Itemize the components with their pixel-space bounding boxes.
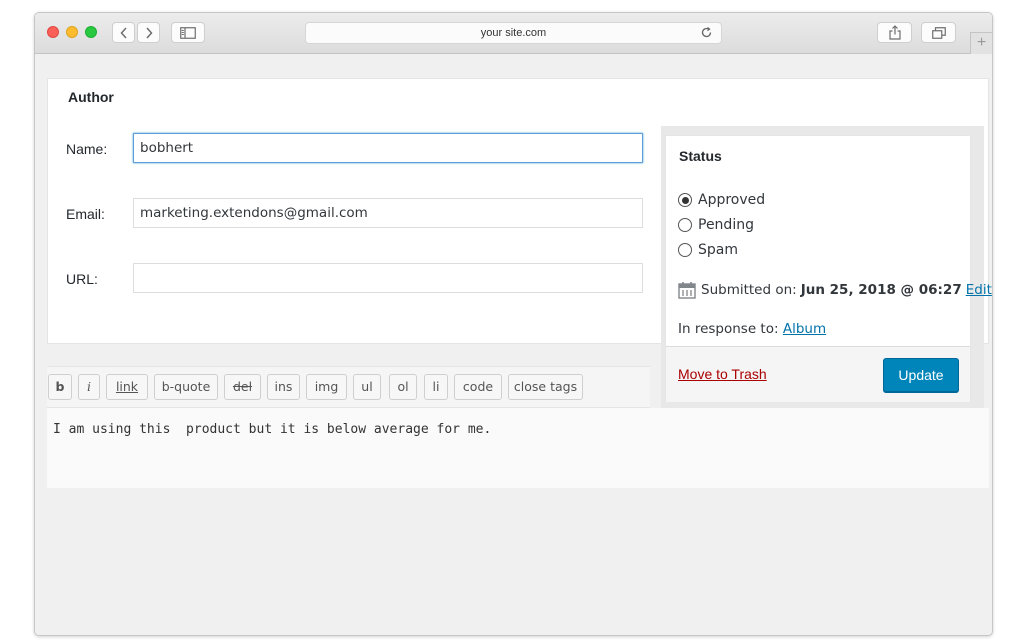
qt-link-button[interactable]: link (106, 374, 148, 400)
qt-bquote-button[interactable]: b-quote (154, 374, 218, 400)
qt-ins-button[interactable]: ins (267, 374, 300, 400)
edit-date-link[interactable]: Edit (966, 282, 992, 298)
sidebar-toggle-button[interactable] (171, 22, 205, 43)
back-button[interactable] (112, 22, 135, 43)
in-response-info: In response to: Album (678, 321, 826, 337)
new-tab-button[interactable]: + (970, 32, 992, 54)
tabs-icon (931, 26, 946, 39)
qt-ol-button[interactable]: ol (389, 374, 417, 400)
submitted-label: Submitted on: (701, 282, 797, 298)
browser-window: your site.com + Author Name: bobhert Ema… (34, 12, 993, 636)
close-window-button[interactable] (47, 26, 59, 38)
reload-icon[interactable] (700, 26, 713, 39)
update-button[interactable]: Update (883, 358, 959, 392)
name-label: Name: (66, 141, 108, 157)
status-actions: Move to Trash Update (666, 346, 970, 402)
name-input[interactable]: bobhert (133, 133, 643, 163)
share-icon (888, 25, 901, 40)
radio-button-checked[interactable] (678, 193, 692, 207)
qt-ul-button[interactable]: ul (353, 374, 381, 400)
calendar-icon (678, 282, 696, 299)
status-option-label: Spam (698, 242, 738, 258)
submitted-date: Jun 25, 2018 @ 06:27 (800, 282, 962, 298)
qt-bold-button[interactable]: b (48, 374, 72, 400)
status-option-label: Approved (698, 192, 766, 208)
page-content: Author Name: bobhert Email: marketing.ex… (35, 54, 992, 635)
email-input[interactable]: marketing.extendons@gmail.com (133, 198, 643, 228)
comment-textarea[interactable]: I am using this product but it is below … (47, 408, 989, 488)
address-bar[interactable]: your site.com (305, 22, 722, 44)
quicktags-toolbar: b i link b-quote del ins img ul ol li co… (47, 366, 650, 408)
status-title: Status (679, 148, 722, 164)
browser-toolbar: your site.com + (35, 13, 992, 54)
forward-button[interactable] (137, 22, 160, 43)
qt-del-button[interactable]: del (224, 374, 261, 400)
qt-code-button[interactable]: code (454, 374, 502, 400)
qt-li-button[interactable]: li (424, 374, 448, 400)
qt-close-tags-button[interactable]: close tags (508, 374, 583, 400)
url-input[interactable] (133, 263, 643, 293)
status-panel: Status Approved Pending Spam Submitted o… (661, 126, 992, 408)
move-to-trash-link[interactable]: Move to Trash (678, 366, 767, 382)
status-option-spam[interactable]: Spam (678, 242, 738, 258)
in-response-link[interactable]: Album (783, 321, 826, 337)
status-box: Status Approved Pending Spam Submitted o… (665, 135, 992, 402)
status-option-label: Pending (698, 217, 754, 233)
minimize-window-button[interactable] (66, 26, 78, 38)
chevron-right-icon (145, 26, 153, 39)
in-response-label: In response to: (678, 321, 779, 337)
chevron-left-icon (119, 26, 127, 39)
status-option-pending[interactable]: Pending (678, 217, 754, 233)
email-label: Email: (66, 206, 105, 222)
status-option-approved[interactable]: Approved (678, 192, 765, 208)
url-label: URL: (66, 271, 98, 287)
address-text: your site.com (480, 27, 547, 39)
qt-italic-button[interactable]: i (78, 374, 100, 400)
tabs-overview-button[interactable] (921, 22, 956, 43)
qt-img-button[interactable]: img (306, 374, 347, 400)
radio-button[interactable] (678, 243, 692, 257)
author-title: Author (68, 89, 114, 105)
submitted-info: Submitted on: Jun 25, 2018 @ 06:27 Edit (678, 281, 992, 299)
radio-button[interactable] (678, 218, 692, 232)
maximize-window-button[interactable] (85, 26, 97, 38)
sidebar-icon (180, 26, 196, 39)
share-button[interactable] (877, 22, 912, 43)
